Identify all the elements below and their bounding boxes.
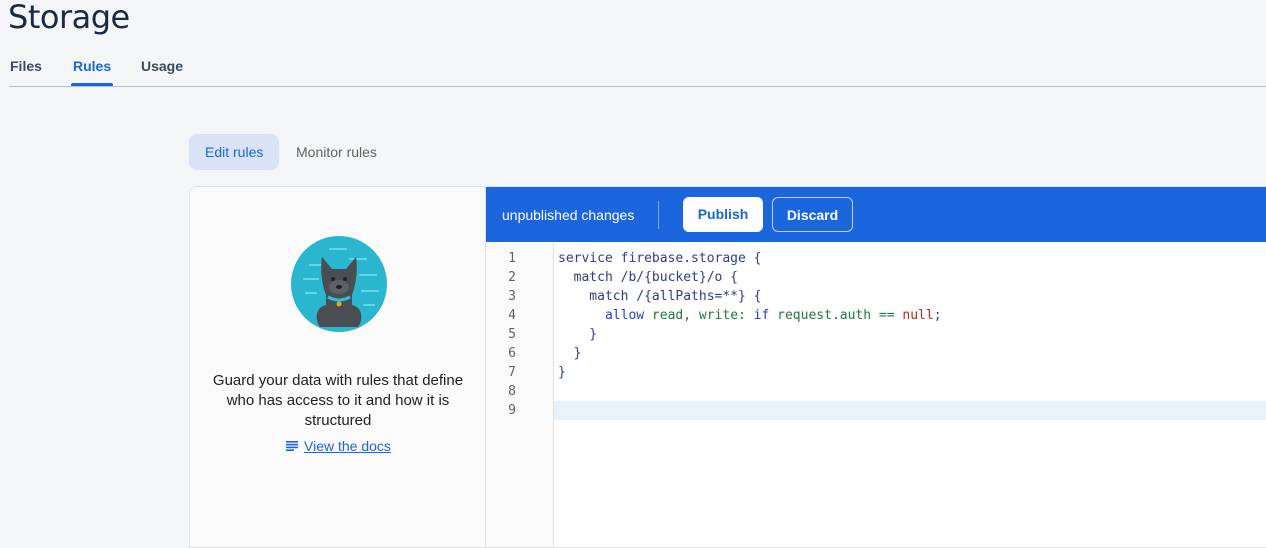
- rules-code-editor[interactable]: 1 2 3 4 5 6 7 8 9 service firebase.storage { mat…: [486, 243, 1266, 547]
- discard-button[interactable]: Discard: [772, 197, 853, 232]
- code-line: }: [558, 344, 1266, 363]
- code-token: ;: [933, 308, 942, 323]
- rules-description: Guard your data with rules that define w…: [212, 372, 464, 429]
- rules-card: Guard your data with rules that define w…: [189, 186, 1266, 548]
- code-token: }: [558, 327, 598, 342]
- code-token: }: [558, 365, 566, 380]
- view-docs-link[interactable]: View the docs: [286, 438, 391, 454]
- code-token: service firebase.storage {: [558, 251, 762, 266]
- code-line: match /b/{bucket}/o {: [558, 268, 1266, 287]
- monitor-rules-tab[interactable]: Monitor rules: [280, 134, 393, 170]
- tab-bar: Files Rules Usage: [9, 56, 1266, 87]
- tab-rules[interactable]: Rules: [70, 58, 114, 86]
- view-docs-label[interactable]: View the docs: [304, 438, 391, 454]
- code-line: match /{allPaths=**} {: [558, 287, 1266, 306]
- code-line: }: [558, 325, 1266, 344]
- code-area[interactable]: service firebase.storage { match /b/{buc…: [558, 249, 1266, 420]
- line-number: 8: [508, 384, 516, 399]
- line-number: 3: [508, 289, 516, 304]
- line-number-gutter: 1 2 3 4 5 6 7 8 9: [486, 243, 554, 547]
- publish-toolbar: unpublished changes Publish Discard: [486, 187, 1266, 242]
- line-number: 1: [508, 251, 516, 266]
- guard-dog-icon: [291, 236, 387, 332]
- toolbar-divider: [658, 201, 659, 229]
- publish-button[interactable]: Publish: [683, 197, 763, 232]
- info-panel: Guard your data with rules that define w…: [190, 187, 486, 547]
- code-line: service firebase.storage {: [558, 249, 1266, 268]
- code-token: read, write:: [651, 308, 754, 323]
- code-token: if: [753, 308, 778, 323]
- line-number: 2: [508, 270, 516, 285]
- tab-usage[interactable]: Usage: [141, 58, 183, 74]
- code-token: allow: [558, 308, 652, 323]
- code-token: match /{allPaths=**} {: [558, 289, 762, 304]
- code-token: match /b/{bucket}/o {: [558, 270, 739, 285]
- code-token: null: [902, 308, 934, 323]
- code-line: allow read, write: if request.auth == nu…: [558, 306, 1266, 325]
- unpublished-status: unpublished changes: [502, 207, 635, 223]
- code-token: }: [558, 346, 582, 361]
- code-line: }: [558, 363, 1266, 382]
- edit-rules-tab[interactable]: Edit rules: [189, 134, 280, 170]
- code-token: request.auth ==: [777, 308, 903, 323]
- line-number: 9: [508, 403, 516, 418]
- line-number: 6: [508, 346, 516, 361]
- notes-icon: [286, 441, 298, 451]
- page-title: Storage: [8, 0, 130, 36]
- line-number: 7: [508, 365, 516, 380]
- line-number: 5: [508, 327, 516, 342]
- line-number: 4: [508, 308, 516, 323]
- tab-files[interactable]: Files: [10, 58, 42, 74]
